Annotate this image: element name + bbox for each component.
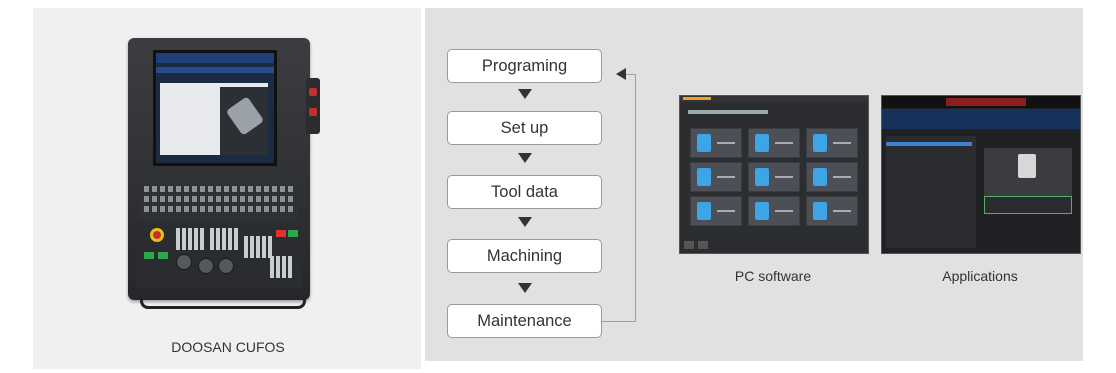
arrow-down-icon [518, 89, 532, 99]
loop-line-bottom [602, 321, 636, 322]
device-caption: DOOSAN CUFOS [171, 339, 285, 355]
loop-arrow-left-icon [616, 68, 626, 80]
arrow-down-icon [518, 217, 532, 227]
step-maintenance: Maintenance [447, 304, 602, 338]
pc-software-screenshot [679, 95, 869, 254]
applications-caption: Applications [942, 268, 1018, 284]
arrow-down-icon [518, 153, 532, 163]
emergency-stop-icon [150, 228, 164, 242]
cnc-controller-image [128, 38, 328, 309]
step-tool-data: Tool data [447, 175, 602, 209]
applications-screenshot [881, 95, 1081, 254]
loop-line-vertical [635, 74, 636, 322]
controller-side-handle [306, 78, 320, 134]
controller-operator-panel [136, 224, 302, 288]
step-programing: Programing [447, 49, 602, 83]
controller-body [128, 38, 310, 300]
step-set-up: Set up [447, 111, 602, 145]
step-machining: Machining [447, 239, 602, 273]
controller-stand [140, 296, 306, 309]
arrow-down-icon [518, 283, 532, 293]
controller-keyboard [140, 180, 298, 220]
pc-software-caption: PC software [734, 268, 812, 284]
controller-screen [153, 50, 277, 166]
